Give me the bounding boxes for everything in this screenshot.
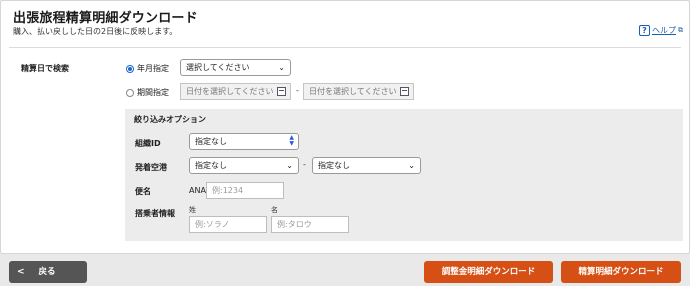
- page: 出張旅程精算明細ダウンロード 購入、払い戻しした日の2日後に反映します。 ? ヘ…: [0, 0, 690, 286]
- period-to-date-input[interactable]: 日付を選択してください: [303, 83, 414, 100]
- chevron-down-icon: ⌄: [286, 161, 293, 170]
- period-from-date-input[interactable]: 日付を選択してください: [180, 83, 291, 100]
- month-radio-label: 年月指定: [137, 64, 169, 73]
- passenger-info-label: 搭乗者情報: [135, 209, 175, 218]
- adjustment-download-button[interactable]: 調整金明細ダウンロード: [424, 261, 553, 283]
- first-name-input[interactable]: 例:タロウ: [271, 216, 349, 233]
- period-to-placeholder: 日付を選択してください: [309, 87, 397, 96]
- first-name-label: 名: [271, 206, 278, 214]
- org-id-select-value: 指定なし: [195, 137, 227, 146]
- page-title: 出張旅程精算明細ダウンロード: [13, 11, 198, 26]
- period-radio-label: 期間指定: [137, 88, 169, 97]
- back-button[interactable]: < 戻る: [9, 261, 87, 283]
- filter-options-title: 絞り込みオプション: [134, 115, 206, 124]
- help-label: ヘルプ: [652, 26, 676, 35]
- month-radio[interactable]: [126, 64, 134, 73]
- help-icon: ?: [639, 25, 650, 36]
- org-id-label: 組織ID: [135, 139, 161, 148]
- main-card: 出張旅程精算明細ダウンロード 購入、払い戻しした日の2日後に反映します。 ? ヘ…: [0, 0, 690, 254]
- last-name-input[interactable]: 例:ソラノ: [189, 216, 267, 233]
- arrival-airport-select[interactable]: 指定なし ⌄: [312, 157, 421, 174]
- flight-number-placeholder: 例:1234: [212, 186, 244, 195]
- year-month-select-value: 選択してください: [186, 63, 250, 72]
- select-arrows-icon: ▲ ▼: [289, 134, 294, 147]
- chevron-left-icon: <: [17, 267, 25, 277]
- first-name-placeholder: 例:タロウ: [277, 220, 312, 229]
- help-link[interactable]: ? ヘルプ ⧉: [639, 25, 683, 36]
- arrival-airport-value: 指定なし: [318, 161, 350, 170]
- airport-separator: -: [303, 160, 306, 169]
- detail-download-button[interactable]: 精算明細ダウンロード: [561, 261, 681, 283]
- period-from-placeholder: 日付を選択してください: [186, 87, 274, 96]
- flight-airline-prefix: ANA: [189, 186, 206, 195]
- header-divider: [9, 47, 681, 48]
- month-radio-option[interactable]: 年月指定: [126, 63, 169, 74]
- chevron-down-icon: ⌄: [408, 161, 415, 170]
- search-by-date-label: 精算日で検索: [21, 64, 69, 73]
- period-radio-option[interactable]: 期間指定: [126, 87, 169, 98]
- period-separator: -: [296, 86, 299, 95]
- calendar-icon[interactable]: [277, 87, 286, 96]
- airport-label: 発着空港: [135, 163, 167, 172]
- page-subtitle: 購入、払い戻しした日の2日後に反映します。: [13, 27, 178, 36]
- period-radio[interactable]: [126, 88, 134, 97]
- departure-airport-value: 指定なし: [195, 161, 227, 170]
- back-button-label: 戻る: [38, 267, 56, 277]
- filter-options-panel: 絞り込みオプション 組織ID 指定なし ▲ ▼ 発着空港 指定なし ⌄ - 指定な…: [125, 109, 683, 241]
- org-id-select[interactable]: 指定なし ▲ ▼: [189, 133, 299, 150]
- chevron-down-icon: ⌄: [278, 63, 285, 72]
- year-month-select[interactable]: 選択してください ⌄: [180, 59, 291, 76]
- flight-number-label: 便名: [135, 187, 151, 196]
- external-window-icon: ⧉: [678, 26, 683, 34]
- last-name-label: 姓: [189, 206, 196, 214]
- last-name-placeholder: 例:ソラノ: [195, 220, 230, 229]
- flight-number-input[interactable]: 例:1234: [206, 182, 284, 199]
- calendar-icon[interactable]: [400, 87, 409, 96]
- departure-airport-select[interactable]: 指定なし ⌄: [189, 157, 299, 174]
